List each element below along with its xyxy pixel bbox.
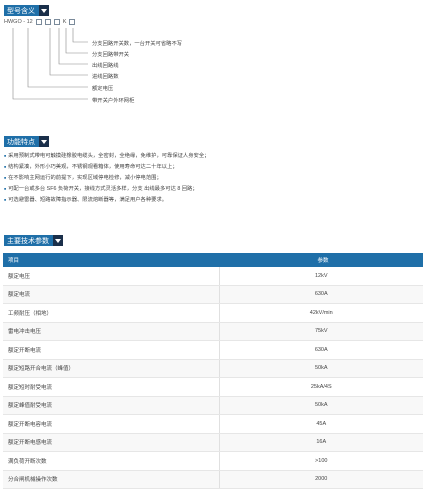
row-label: 分合闸机械操作次数 bbox=[3, 470, 219, 489]
section-title-features: 功能特点 bbox=[7, 138, 35, 146]
row-label: 额定开断电感电流 bbox=[3, 433, 219, 452]
model-label-3: 出线回路线 bbox=[92, 63, 119, 69]
model-label-4: 进线回路数 bbox=[92, 74, 119, 80]
chevron-down-icon bbox=[53, 235, 63, 246]
row-value: 16A bbox=[218, 433, 423, 452]
section-tag-features: 功能特点 bbox=[4, 136, 49, 147]
row-label: 额定峰值耐受电流 bbox=[3, 396, 219, 415]
row-value: 42kV/min bbox=[218, 303, 423, 323]
section-tag-specs: 主要技术参数 bbox=[4, 235, 63, 246]
row-label: 额定电压 bbox=[3, 267, 219, 286]
table-row: 额定开断电感电流 16A bbox=[3, 433, 423, 452]
row-value: 75kV bbox=[218, 322, 423, 341]
row-value: 12kV bbox=[218, 267, 423, 286]
model-label-1: 分支回路开关数，一台开关可省略不写 bbox=[92, 41, 183, 47]
table-row: 分合闸机械操作次数 2000 bbox=[3, 470, 423, 489]
table-row: 额定峰值耐受电流 50kA bbox=[3, 396, 423, 415]
row-label: 额定开断电流 bbox=[3, 340, 219, 360]
specs-table: 项目 参数 额定电压 12kV 额定电流 630A 工频耐压（相地） 42kV/min… bbox=[3, 253, 423, 489]
feature-item: 采用预制式带电可触摸硅橡胶电缆头，全密封，全绝缘，免维护，可靠保证人身安全； bbox=[4, 151, 209, 159]
table-row: 额定短路开合电流（峰值） 50kA bbox=[3, 359, 423, 378]
section-title-specs: 主要技术参数 bbox=[7, 237, 49, 245]
row-label: 额定开断电容电流 bbox=[3, 414, 219, 434]
table-row: 额定电流 630A bbox=[3, 285, 423, 304]
row-value: 45A bbox=[218, 414, 423, 434]
model-label-6: 带开关户外环网柜 bbox=[92, 98, 135, 104]
row-label: 满负荷开断次数 bbox=[3, 451, 219, 471]
model-label-5: 额定电压 bbox=[92, 86, 114, 92]
row-value: 50kA bbox=[218, 359, 423, 378]
table-header-item: 项目 bbox=[3, 253, 219, 267]
table-header-value: 参数 bbox=[219, 253, 423, 267]
row-label: 额定短路开合电流（峰值） bbox=[3, 359, 219, 378]
table-row: 工频耐压（相地） 42kV/min bbox=[3, 303, 423, 323]
table-row: 额定短时耐受电流 25kA/4S bbox=[3, 377, 423, 397]
row-value: >100 bbox=[218, 451, 423, 471]
feature-item: 结构紧凑，外形小巧美观，不锈钢观看箱体，使用寿命可达二十年以上； bbox=[4, 162, 178, 170]
row-value: 2000 bbox=[218, 470, 423, 489]
row-value: 630A bbox=[218, 285, 423, 304]
row-label: 雷电冲击电压 bbox=[3, 322, 219, 341]
table-row: 额定电压 12kV bbox=[3, 267, 423, 286]
row-value: 50kA bbox=[218, 396, 423, 415]
row-label: 额定短时耐受电流 bbox=[3, 377, 219, 397]
model-leader-lines bbox=[12, 28, 88, 100]
table-row: 额定开断电流 630A bbox=[3, 340, 423, 360]
feature-item: 可配一台或多台 SF6 负荷开关，接线方式灵活多样，分支 出线最多可达 8 回路… bbox=[4, 184, 198, 192]
model-label-2: 分支回路带开关 bbox=[92, 52, 130, 58]
row-value: 630A bbox=[218, 340, 423, 360]
feature-item: 可选避雷器、短路故障指示器、限流熔断器等，满足用户各种要求。 bbox=[4, 195, 167, 203]
row-label: 额定电流 bbox=[3, 285, 219, 304]
row-label: 工频耐压（相地） bbox=[3, 303, 219, 323]
table-header-row: 项目 参数 bbox=[3, 253, 423, 267]
table-row: 额定开断电容电流 45A bbox=[3, 414, 423, 434]
chevron-down-icon bbox=[39, 136, 49, 147]
feature-item: 在不影响主网运行的前提下，实现区域停电检修，减小停电范围； bbox=[4, 173, 162, 181]
table-row: 满负荷开断次数 >100 bbox=[3, 451, 423, 471]
table-row: 雷电冲击电压 75kV bbox=[3, 322, 423, 341]
row-value: 25kA/4S bbox=[218, 377, 423, 397]
